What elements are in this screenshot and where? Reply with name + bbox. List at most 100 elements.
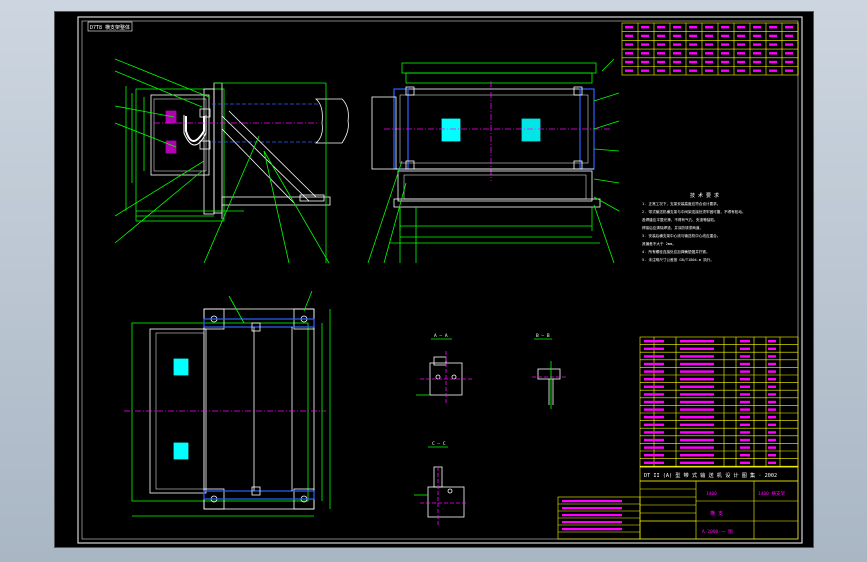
parts-list-cell-mark xyxy=(644,385,664,388)
revision-table-cell-mark xyxy=(737,60,745,64)
parts-list-cell-mark xyxy=(768,446,776,449)
revision-table xyxy=(621,22,799,76)
revision-table-cell-mark xyxy=(689,60,697,64)
revision-table-cell-mark xyxy=(785,26,793,29)
parts-list-cell-mark xyxy=(644,370,664,373)
revision-table-cell-mark xyxy=(721,69,729,72)
parts-list-cell-mark xyxy=(768,400,776,404)
revision-table-cell-mark xyxy=(769,43,777,46)
revision-table-cell-mark xyxy=(689,69,697,72)
revision-table-cell-mark xyxy=(625,69,633,72)
revision-table-cell-mark xyxy=(625,34,633,38)
parts-list-cell-mark xyxy=(680,347,714,350)
parts-list-cell-mark xyxy=(768,461,776,464)
parts-list-cell-mark xyxy=(680,431,714,434)
revision-table-cell-mark xyxy=(705,26,713,29)
parts-list-cell-mark xyxy=(740,347,750,350)
title-block: DT II (A) 型 带 式 输 送 机 设 计 图 集 · 2002 140… xyxy=(557,466,799,540)
drawing-label-box: D7T8 横支架整体 xyxy=(87,21,133,32)
parts-list-cell-mark xyxy=(680,438,714,442)
parts-list-cell-mark xyxy=(644,362,664,366)
revision-table-cell-mark xyxy=(641,26,649,29)
revision-table-cell-mark xyxy=(673,52,681,55)
revision-table-cell-mark xyxy=(769,52,777,55)
parts-list-cell-mark xyxy=(740,416,750,419)
parts-list-cell-mark xyxy=(644,355,664,358)
title-block-cell-mark xyxy=(562,521,622,524)
revision-table-cell-mark xyxy=(625,60,633,64)
parts-list-cell-mark xyxy=(768,340,776,343)
revision-table-cell-mark xyxy=(753,52,761,55)
parts-list-cell-mark xyxy=(680,454,714,457)
parts-list-cell-mark xyxy=(768,431,776,434)
revision-table-cell-mark xyxy=(689,26,697,29)
revision-table-cell-mark xyxy=(657,34,665,38)
parts-list-cell-mark xyxy=(740,400,750,404)
top-view xyxy=(124,290,331,517)
drawing-label-text: D7T8 横支架整体 xyxy=(90,24,130,31)
revision-table-cell-mark xyxy=(737,52,745,55)
revision-table-cell-mark xyxy=(737,69,745,72)
title-block-sheet-info: 1400 横支架 xyxy=(758,490,786,497)
parts-list-cell-mark xyxy=(768,378,776,381)
revision-table-cell-mark xyxy=(769,60,777,64)
tech-requirements-block: 技 术 要 求 1. 正常工况下，支架安装高度应符合设计要求。 2. 带式输送机横… xyxy=(642,192,746,262)
parts-list-cell-mark xyxy=(680,385,714,388)
revision-table-cell-mark xyxy=(705,69,713,72)
parts-list-cell-mark xyxy=(644,400,664,404)
revision-table-cell-mark xyxy=(737,26,745,29)
parts-list-cell-mark xyxy=(680,340,714,343)
revision-table-cell-mark xyxy=(753,60,761,64)
parts-list-cell-mark xyxy=(768,438,776,442)
revision-table-cell-mark xyxy=(785,52,793,55)
revision-table-cell-mark xyxy=(641,52,649,55)
revision-table-cell-mark xyxy=(673,60,681,64)
revision-table-cell-mark xyxy=(737,34,745,38)
parts-list-cell-mark xyxy=(768,362,776,366)
parts-list-cell-mark xyxy=(644,461,664,464)
revision-table-cell-mark xyxy=(721,60,729,64)
section-detail-c: C — C xyxy=(414,441,468,527)
revision-table-cell-mark xyxy=(769,34,777,38)
tech-requirements-title: 技 术 要 求 xyxy=(690,192,719,199)
revision-table-cell-mark xyxy=(673,69,681,72)
revision-table-cell-mark xyxy=(657,26,665,29)
tech-requirement-line: 3. 安装后横支架中心线与输送机中心线应重合。 xyxy=(642,233,720,238)
tech-requirement-line: 5. 未注明尺寸公差按 GB/T1804-m 执行。 xyxy=(642,257,714,262)
revision-table-cell-mark xyxy=(673,26,681,29)
cad-drawing-canvas: D7T8 横支架整体 A — A B — B C — C 技 术 要 求 1. … xyxy=(77,16,803,544)
parts-list-cell-mark xyxy=(740,385,750,388)
revision-table-cell-mark xyxy=(657,69,665,72)
title-block-cell-mark xyxy=(562,507,622,510)
drawing-inner-border xyxy=(81,20,799,540)
parts-list-cell-mark xyxy=(644,431,664,434)
parts-list-cell-mark xyxy=(768,416,776,419)
parts-list-cell-mark xyxy=(680,378,714,381)
revision-table-cell-mark xyxy=(673,34,681,38)
parts-list-cell-mark xyxy=(768,393,776,396)
revision-table-cell-mark xyxy=(721,43,729,46)
parts-list-cell-mark xyxy=(740,362,750,366)
parts-list-cell-mark xyxy=(768,370,776,373)
revision-table-cell-mark xyxy=(705,60,713,64)
title-block-cell-mark xyxy=(562,500,622,503)
parts-list-cell-mark xyxy=(740,438,750,442)
parts-list-cell-mark xyxy=(768,454,776,457)
title-block-cell-mark xyxy=(562,514,622,517)
revision-table-cell-mark xyxy=(641,43,649,46)
title-block-name-label: 横 支 xyxy=(710,510,723,517)
revision-table-cell-mark xyxy=(785,60,793,64)
parts-list-cell-mark xyxy=(644,454,664,457)
parts-list-cell-mark xyxy=(768,347,776,350)
parts-list-cell-mark xyxy=(740,355,750,358)
cad-drawing-viewport[interactable]: D7T8 横支架整体 A — A B — B C — C 技 术 要 求 1. … xyxy=(54,11,814,548)
parts-list-cell-mark xyxy=(740,423,750,426)
parts-list-cell-mark xyxy=(680,370,714,373)
revision-table-cell-mark xyxy=(721,26,729,29)
revision-table-cell-mark xyxy=(785,43,793,46)
parts-list-cell-mark xyxy=(680,362,714,366)
parts-list-cell-mark xyxy=(680,446,714,449)
front-view xyxy=(114,58,349,264)
tech-requirement-line: 各焊缝应平整光滑，不得有气孔、夹渣等缺陷。 xyxy=(642,217,717,222)
parts-list-cell-mark xyxy=(680,393,714,396)
